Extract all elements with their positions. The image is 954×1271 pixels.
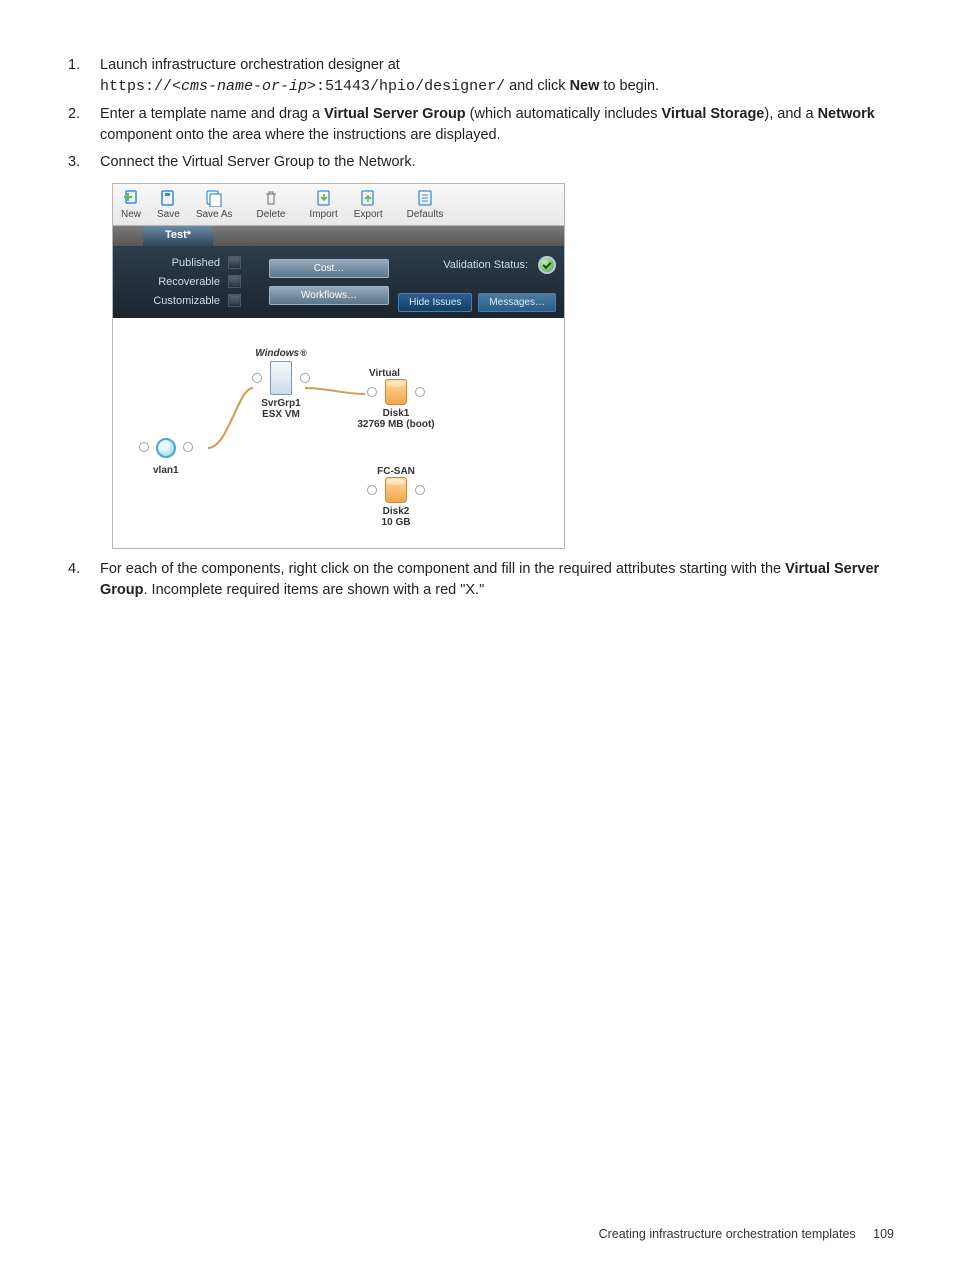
registered-icon: ® (300, 348, 307, 358)
saveas-icon (205, 189, 223, 207)
step-list: 1. Launch infrastructure orchestration d… (60, 55, 894, 173)
step-1-text-a: Launch infrastructure orchestration desi… (100, 57, 400, 73)
checkbox-icon[interactable] (228, 294, 241, 307)
validation-status: Validation Status: (443, 256, 556, 274)
port-icon[interactable] (139, 442, 149, 452)
defaults-icon (416, 189, 434, 207)
disk1-node[interactable]: Virtual Disk1 32769 MB (boot) (351, 368, 441, 430)
new-keyword: New (570, 78, 600, 94)
url-code: https://<cms-name-or-ip>:51443/hpio/desi… (100, 78, 505, 95)
template-flags: Published Recoverable Customizable (121, 252, 241, 312)
published-flag[interactable]: Published (121, 255, 241, 271)
tab-test[interactable]: Test* (143, 226, 213, 246)
disk-icon (385, 477, 407, 503)
messages-button[interactable]: Messages… (478, 293, 556, 312)
hide-issues-button[interactable]: Hide Issues (398, 293, 472, 312)
delete-button[interactable]: Delete (249, 184, 294, 225)
port-icon[interactable] (300, 373, 310, 383)
footer-text: Creating infrastructure orchestration te… (599, 1227, 856, 1241)
import-button[interactable]: Import (301, 184, 345, 225)
new-button[interactable]: New (113, 184, 149, 225)
step-1-text-c: to begin. (599, 78, 659, 94)
step-3: 3. Connect the Virtual Server Group to t… (100, 152, 894, 173)
step-list-lower: 4. For each of the components, right cli… (60, 559, 894, 601)
port-icon[interactable] (367, 387, 377, 397)
export-button[interactable]: Export (346, 184, 391, 225)
import-icon (315, 189, 333, 207)
checkbox-icon[interactable] (228, 256, 241, 269)
step-marker: 4. (68, 559, 80, 580)
save-icon (159, 189, 177, 207)
export-icon (359, 189, 377, 207)
design-canvas[interactable]: vlan1 Windows ® SvrGrp1 ESX VM Virtual (113, 318, 564, 548)
new-icon (122, 189, 140, 207)
right-side: Validation Status: Hide Issues Messages… (366, 252, 556, 312)
connector-lines (113, 318, 564, 548)
trash-icon (262, 189, 280, 207)
designer-screenshot: New Save Save As Delete Import Export De… (112, 183, 565, 549)
disk2-node[interactable]: FC-SAN Disk2 10 GB (351, 466, 441, 528)
property-bar: Published Recoverable Customizable Cost…… (113, 246, 564, 318)
step-4: 4. For each of the components, right cli… (100, 559, 894, 601)
network-icon (156, 438, 176, 458)
toolbar: New Save Save As Delete Import Export De… (113, 184, 564, 226)
network-node[interactable]: vlan1 (153, 438, 179, 476)
port-icon[interactable] (367, 485, 377, 495)
tab-strip: Test* (113, 226, 564, 246)
port-icon[interactable] (252, 373, 262, 383)
port-icon[interactable] (415, 387, 425, 397)
defaults-button[interactable]: Defaults (399, 184, 452, 225)
saveas-button[interactable]: Save As (188, 184, 241, 225)
step-marker: 1. (68, 55, 80, 76)
port-icon[interactable] (183, 442, 193, 452)
disk-icon (385, 379, 407, 405)
customizable-flag[interactable]: Customizable (121, 293, 241, 309)
checkbox-icon[interactable] (228, 275, 241, 288)
server-icon (270, 361, 292, 395)
port-icon[interactable] (415, 485, 425, 495)
server-group-node[interactable]: Windows ® SvrGrp1 ESX VM (251, 348, 311, 420)
save-button[interactable]: Save (149, 184, 188, 225)
step-marker: 2. (68, 104, 80, 125)
step-marker: 3. (68, 152, 80, 173)
step-2: 2. Enter a template name and drag a Virt… (100, 104, 894, 146)
ok-icon (538, 256, 556, 274)
page-number: 109 (873, 1227, 894, 1241)
step-1-text-b: and click (505, 78, 569, 94)
page-footer: Creating infrastructure orchestration te… (599, 1227, 894, 1241)
step-1: 1. Launch infrastructure orchestration d… (100, 55, 894, 98)
recoverable-flag[interactable]: Recoverable (121, 274, 241, 290)
